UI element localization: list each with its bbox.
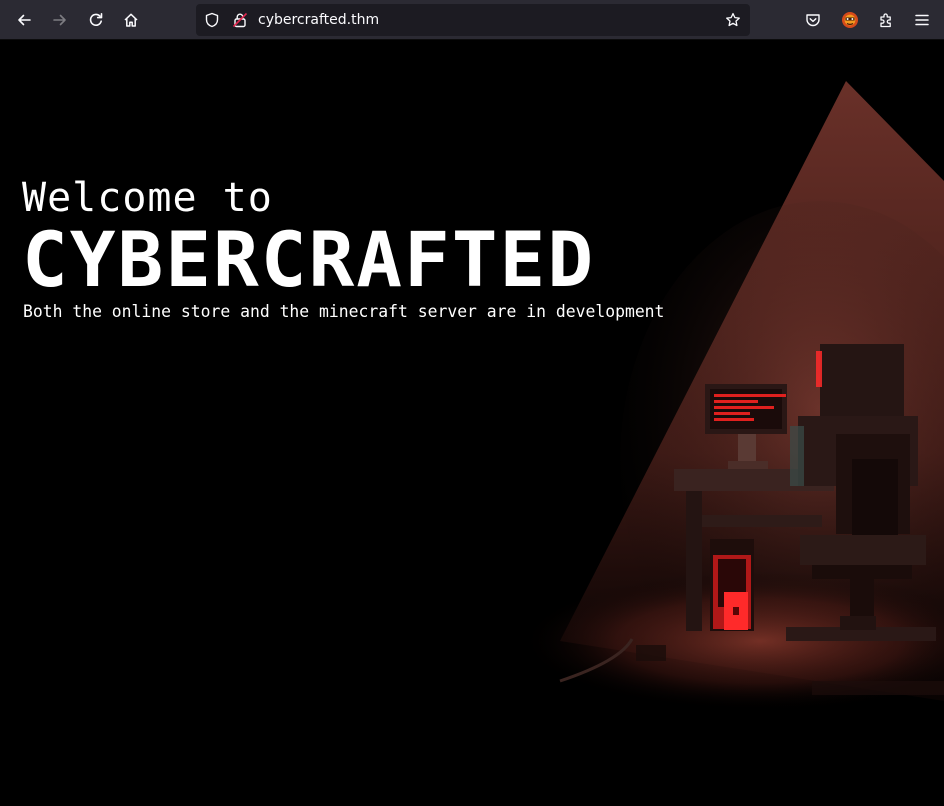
hacker-room-background — [520, 81, 944, 721]
hero-subtitle: Both the online store and the minecraft … — [23, 302, 665, 321]
menu-button[interactable] — [908, 6, 936, 34]
hero-title: CYBERCRAFTED — [22, 225, 596, 295]
back-button[interactable] — [10, 6, 38, 34]
pocket-icon — [806, 14, 820, 27]
reload-icon — [89, 13, 103, 26]
forward-button[interactable] — [46, 6, 74, 34]
monitor-base — [728, 461, 768, 469]
arrow-left-icon — [18, 14, 31, 26]
extensions-button[interactable] — [872, 6, 900, 34]
home-icon — [124, 13, 138, 27]
address-bar[interactable]: cybercrafted.thm — [196, 4, 750, 36]
hero-welcome-text: Welcome to — [22, 175, 273, 221]
star-icon[interactable] — [725, 12, 741, 28]
home-button[interactable] — [117, 6, 145, 34]
chair-seat — [800, 535, 926, 565]
url-text[interactable]: cybercrafted.thm — [258, 11, 379, 29]
arrow-right-icon — [53, 14, 66, 26]
extension-badge-button[interactable] — [836, 6, 864, 34]
puzzle-icon — [880, 13, 891, 28]
reload-button[interactable] — [82, 6, 110, 34]
insecure-lock-icon[interactable] — [232, 12, 248, 28]
desk-shelf — [702, 515, 822, 527]
character-head — [820, 344, 904, 416]
hamburger-menu-icon — [915, 14, 929, 26]
page-content: Welcome to CYBERCRAFTED Both the online … — [0, 41, 944, 806]
shield-icon[interactable] — [204, 12, 220, 28]
browser-toolbar: cybercrafted.thm — [0, 0, 944, 40]
chair-pole — [850, 579, 874, 619]
desk-leg-left — [686, 491, 702, 631]
pocket-button[interactable] — [799, 6, 827, 34]
hackbar-extension-icon — [842, 12, 858, 28]
